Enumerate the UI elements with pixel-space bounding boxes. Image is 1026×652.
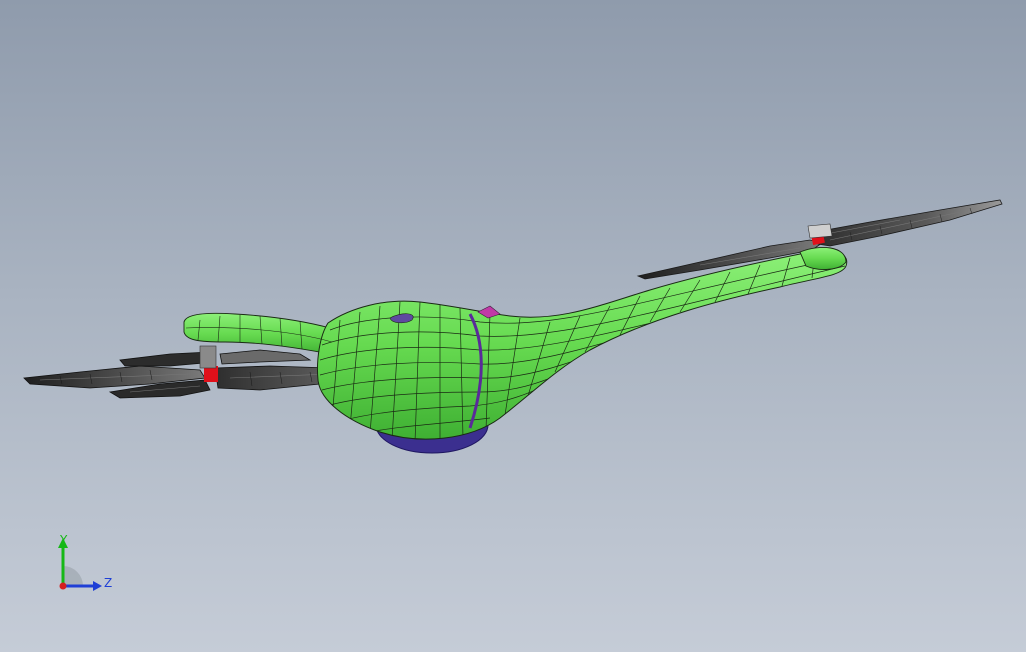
triad-plane bbox=[63, 566, 83, 586]
cad-viewport[interactable]: Y Z bbox=[0, 0, 1026, 652]
drone-model-view[interactable] bbox=[0, 0, 1026, 652]
drone-body[interactable] bbox=[183, 246, 848, 442]
z-axis-label: Z bbox=[104, 576, 112, 590]
x-axis-dot bbox=[59, 582, 67, 590]
orientation-triad: Y Z bbox=[58, 533, 112, 591]
motor-mount-right bbox=[799, 246, 847, 270]
z-axis-head bbox=[93, 581, 102, 591]
y-axis-label: Y bbox=[59, 533, 68, 547]
